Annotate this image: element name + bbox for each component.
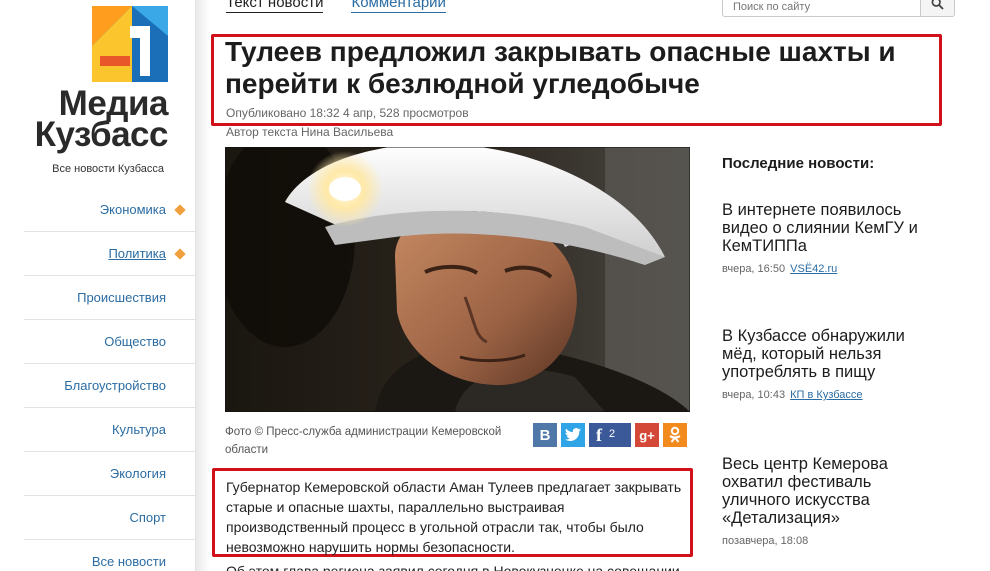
nav-item-label: Экономика: [99, 202, 166, 217]
nav-item-label: Спорт: [129, 510, 166, 525]
nav-item-sport[interactable]: Спорт: [24, 496, 196, 540]
nav-item-label: Политика: [108, 246, 166, 261]
latest-news-heading: Последние новости:: [722, 155, 875, 172]
facebook-share-count: 2: [609, 428, 616, 440]
nav-item-economy[interactable]: Экономика: [24, 188, 196, 232]
article-title: Тулеев предложил закрывать опасные шахты…: [225, 36, 896, 99]
logo-line-2: Кузбасс: [34, 115, 169, 154]
facebook-icon: f: [596, 424, 602, 445]
tab-news-text[interactable]: Текст новости: [226, 0, 324, 13]
news-item-time: позавчера, 18:08: [722, 535, 809, 547]
nav-item-label: Общество: [104, 334, 166, 349]
nav-item-ecology[interactable]: Экология: [24, 452, 196, 496]
category-nav: Экономика Политика Происшествия Общество…: [0, 188, 196, 571]
search-icon: [931, 0, 944, 10]
google-plus-icon: g+: [639, 427, 655, 443]
nav-item-incidents[interactable]: Происшествия: [24, 276, 196, 320]
latest-news-item: В Кузбассе обнаружили мёд, который нельз…: [722, 327, 937, 401]
nav-item-label: Благоустройство: [64, 378, 166, 393]
search-input[interactable]: [722, 0, 921, 17]
sidebar-divider: [196, 0, 210, 571]
nav-item-improvement[interactable]: Благоустройство: [24, 364, 196, 408]
odnoklassniki-share-button[interactable]: [663, 423, 687, 447]
site-logo-text[interactable]: Медиа Кузбасс: [20, 86, 169, 154]
news-item-source-link[interactable]: КП в Кузбассе: [790, 389, 862, 401]
news-item-title[interactable]: Весь центр Кемерова охватил фестиваль ул…: [722, 455, 937, 527]
article-tabs: Текст новости Комментарии: [226, 0, 446, 13]
nav-item-label: Культура: [111, 422, 166, 437]
news-item-source-link[interactable]: VSЁ42.ru: [790, 263, 837, 275]
news-item-time: вчера, 16:50: [722, 263, 786, 275]
article-author: Автор текста Нина Васильева: [226, 125, 394, 139]
news-item-time: вчера, 10:43: [722, 389, 786, 401]
nav-item-label: Все новости: [91, 554, 166, 569]
nav-item-all-news[interactable]: Все новости: [24, 540, 196, 571]
vk-icon: В: [539, 426, 551, 444]
tab-comments[interactable]: Комментарии: [351, 0, 446, 13]
sidebar: Медиа Кузбасс Все новости Кузбасса Эконо…: [0, 0, 196, 571]
share-buttons: В f 2 g+: [533, 423, 687, 447]
article-meta: Опубликовано 18:32 4 апр, 528 просмотров: [226, 106, 469, 120]
vk-share-button[interactable]: В: [533, 423, 557, 447]
news-item-title[interactable]: В Кузбассе обнаружили мёд, который нельз…: [722, 327, 937, 381]
latest-news-item: Весь центр Кемерова охватил фестиваль ул…: [722, 455, 937, 547]
twitter-icon: [565, 428, 581, 441]
twitter-share-button[interactable]: [561, 423, 585, 447]
search-button[interactable]: [921, 0, 955, 17]
news-item-meta: позавчера, 18:08: [722, 535, 937, 547]
latest-news-item: В интернете появилось видео о слиянии Ке…: [722, 201, 937, 275]
media-kuzbass-logo-icon[interactable]: [92, 6, 168, 82]
nav-item-culture[interactable]: Культура: [24, 408, 196, 452]
diamond-marker-icon: [174, 203, 186, 216]
nav-item-label: Экология: [109, 466, 166, 481]
article-body-line: Об этом глава региона заявил сегодня в Н…: [226, 563, 680, 571]
news-item-meta: вчера, 10:43 КП в Кузбассе: [722, 389, 937, 401]
miner-portrait-image: [225, 147, 690, 412]
diamond-marker-icon: [174, 247, 186, 260]
nav-item-label: Происшествия: [77, 290, 166, 305]
odnoklassniki-icon: [669, 426, 681, 443]
google-plus-share-button[interactable]: g+: [635, 423, 659, 447]
news-item-meta: вчера, 16:50 VSЁ42.ru: [722, 263, 937, 275]
article-lead: Губернатор Кемеровской области Аман Туле…: [226, 479, 682, 555]
article-photo: [225, 147, 690, 412]
photo-caption: Фото © Пресс-служба администрации Кемеро…: [225, 426, 502, 456]
site-tagline: Все новости Кузбасса: [52, 163, 164, 175]
facebook-share-button[interactable]: f 2: [589, 423, 631, 447]
news-item-title[interactable]: В интернете появилось видео о слиянии Ке…: [722, 201, 937, 255]
nav-item-society[interactable]: Общество: [24, 320, 196, 364]
site-search: [722, 0, 955, 17]
nav-item-politics[interactable]: Политика: [24, 232, 196, 276]
